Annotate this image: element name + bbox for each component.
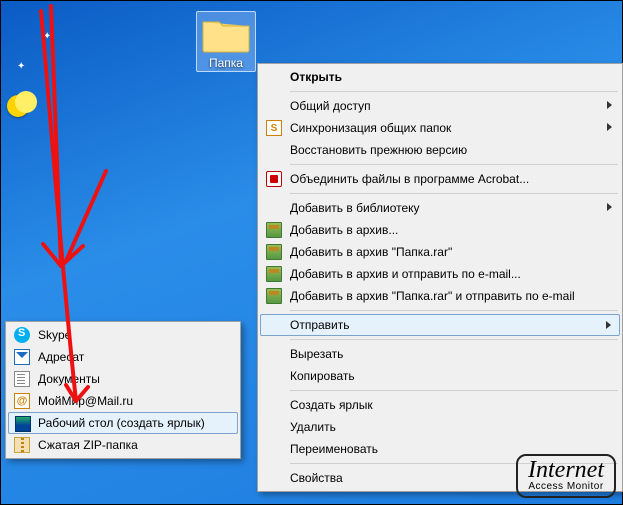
mi-delete[interactable]: Удалить bbox=[260, 416, 620, 438]
folder-icon bbox=[201, 14, 251, 54]
mi-add-to-archive-named[interactable]: Добавить в архив "Папка.rar" bbox=[260, 241, 620, 263]
mi-send-to[interactable]: Отправить bbox=[260, 314, 620, 336]
sm-documents[interactable]: Документы bbox=[8, 368, 238, 390]
send-to-submenu: Skype Адресат Документы @МойМир@Mail.ru … bbox=[5, 321, 241, 459]
desktop-icon bbox=[15, 416, 31, 432]
document-icon bbox=[14, 371, 30, 387]
sm-addressee[interactable]: Адресат bbox=[8, 346, 238, 368]
mi-combine-acrobat[interactable]: Объединить файлы в программе Acrobat... bbox=[260, 168, 620, 190]
sm-desktop-shortcut[interactable]: Рабочий стол (создать ярлык) bbox=[8, 412, 238, 434]
winrar-icon bbox=[266, 244, 282, 260]
desktop-folder-label: Папка bbox=[199, 56, 253, 70]
winrar-icon bbox=[266, 288, 282, 304]
mailru-icon: @ bbox=[14, 393, 30, 409]
winrar-icon bbox=[266, 266, 282, 282]
sm-zip-folder[interactable]: Сжатая ZIP-папка bbox=[8, 434, 238, 456]
context-menu: Открыть Общий доступ SСинхронизация общи… bbox=[257, 63, 623, 492]
mi-cut[interactable]: Вырезать bbox=[260, 343, 620, 365]
mi-add-to-library[interactable]: Добавить в библиотеку bbox=[260, 197, 620, 219]
sm-skype[interactable]: Skype bbox=[8, 324, 238, 346]
mi-create-shortcut[interactable]: Создать ярлык bbox=[260, 394, 620, 416]
mail-icon bbox=[14, 349, 30, 365]
desktop-folder[interactable]: Папка bbox=[196, 11, 256, 72]
mi-public-access[interactable]: Общий доступ bbox=[260, 95, 620, 117]
skype-icon bbox=[14, 327, 30, 343]
submenu-arrow-icon bbox=[606, 321, 611, 329]
watermark-badge: Internet Access Monitor bbox=[516, 454, 616, 498]
mi-open[interactable]: Открыть bbox=[260, 66, 620, 88]
submenu-arrow-icon bbox=[607, 123, 612, 131]
winrar-icon bbox=[266, 222, 282, 238]
submenu-arrow-icon bbox=[607, 101, 612, 109]
mi-sync-shared[interactable]: SСинхронизация общих папок bbox=[260, 117, 620, 139]
mi-copy[interactable]: Копировать bbox=[260, 365, 620, 387]
acrobat-icon bbox=[266, 171, 282, 187]
mi-restore-previous[interactable]: Восстановить прежнюю версию bbox=[260, 139, 620, 161]
annotation-arrow-right bbox=[1, 1, 161, 324]
mi-add-and-email[interactable]: Добавить в архив и отправить по e-mail..… bbox=[260, 263, 620, 285]
sync-icon: S bbox=[266, 120, 282, 136]
mi-add-named-and-email[interactable]: Добавить в архив "Папка.rar" и отправить… bbox=[260, 285, 620, 307]
zip-icon bbox=[14, 437, 30, 453]
submenu-arrow-icon bbox=[607, 203, 612, 211]
mi-add-to-archive[interactable]: Добавить в архив... bbox=[260, 219, 620, 241]
watermark-line1: Internet bbox=[528, 458, 604, 482]
watermark-line2: Access Monitor bbox=[528, 482, 604, 492]
sm-moimir[interactable]: @МойМир@Mail.ru bbox=[8, 390, 238, 412]
